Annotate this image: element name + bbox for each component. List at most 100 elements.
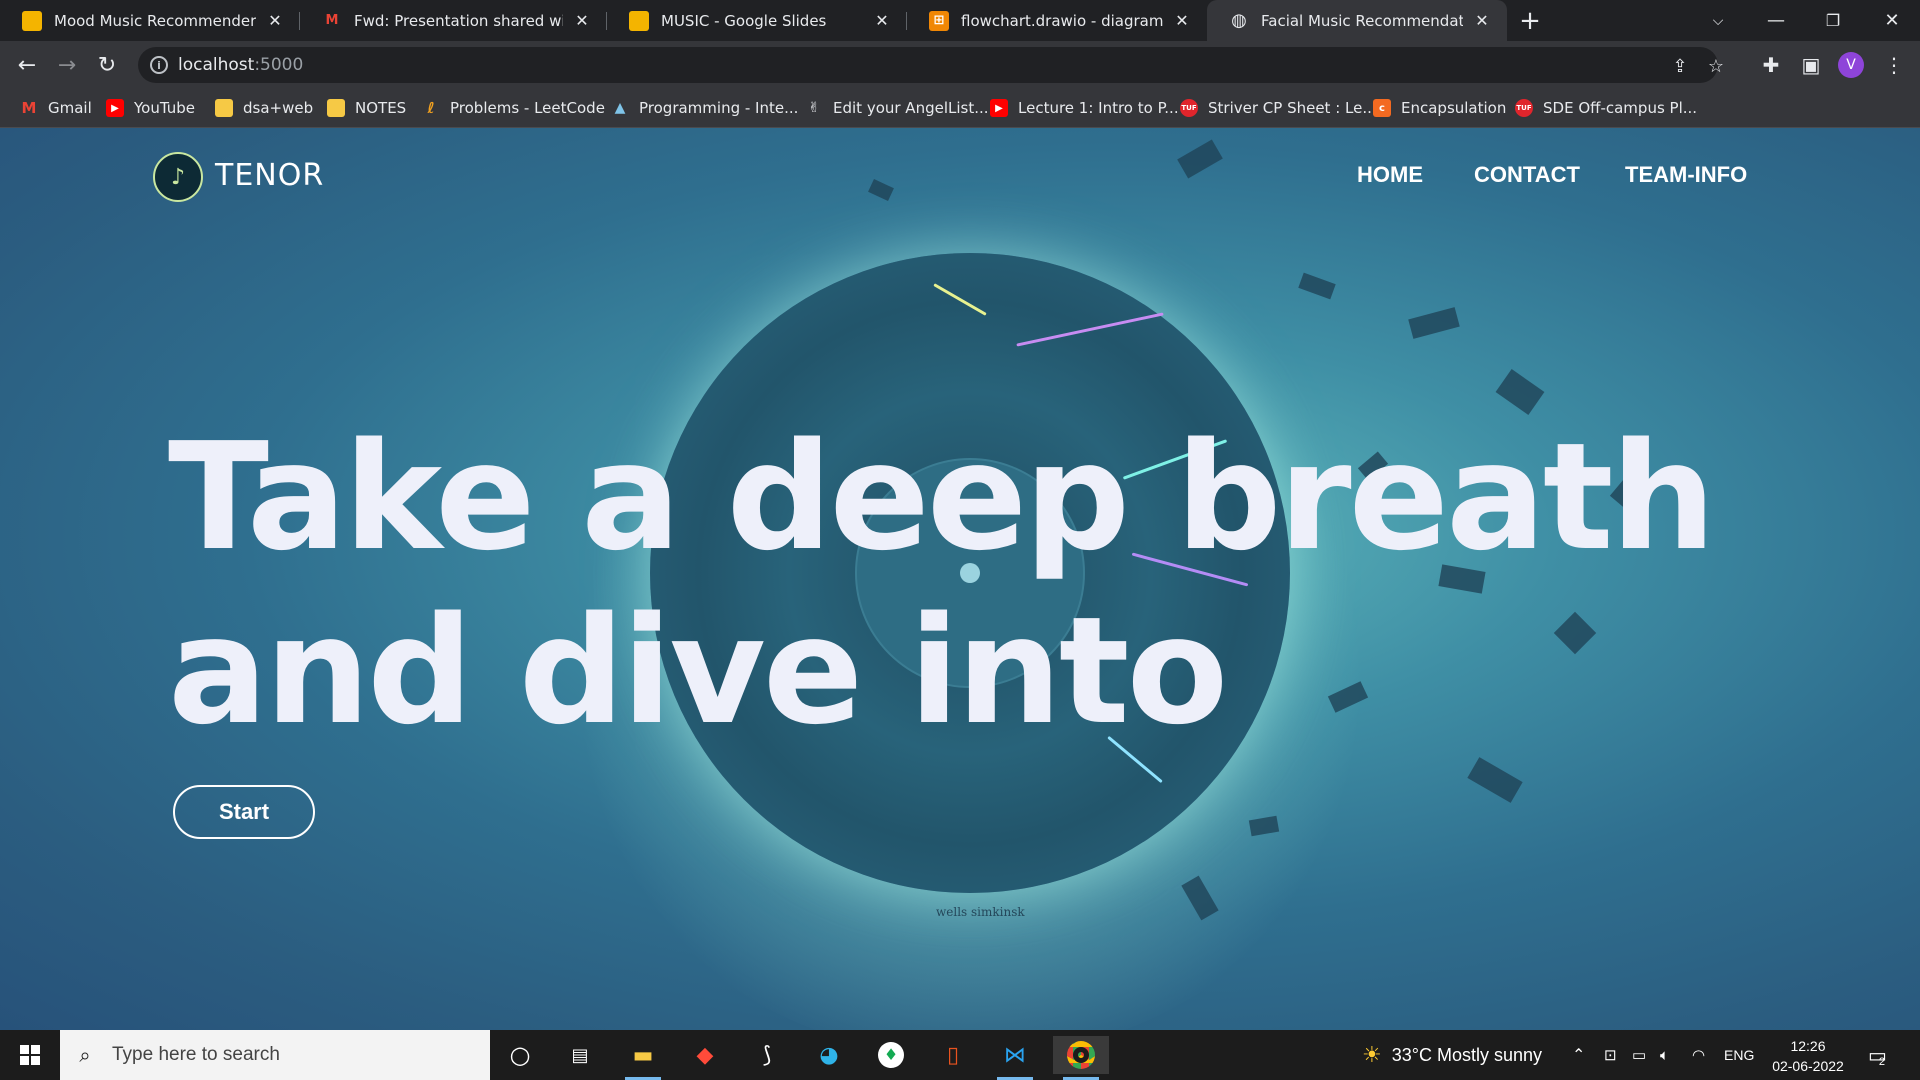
bookmark-label: Programming - Inte...: [639, 99, 799, 117]
restore-button[interactable]: ❐: [1805, 0, 1861, 41]
leetcode-icon: ℓ: [427, 99, 435, 117]
bookmark-sde-off-campus[interactable]: TUF SDE Off-campus Pl...: [1515, 96, 1697, 120]
menu-kebab-icon[interactable]: ⋮: [1878, 49, 1910, 81]
wifi-icon[interactable]: ◠: [1692, 1030, 1705, 1080]
tuf-icon: TUF: [1180, 99, 1198, 117]
bookmark-leetcode[interactable]: ℓ Problems - LeetCode: [422, 96, 605, 120]
tab-title: Mood Music Recommender - Go: [54, 11, 256, 30]
close-icon[interactable]: ✕: [264, 10, 286, 32]
clock-time: 12:26: [1790, 1038, 1826, 1054]
close-icon[interactable]: ✕: [571, 10, 593, 32]
globe-icon: ◍: [1231, 10, 1247, 31]
windows-logo-icon: [20, 1045, 40, 1065]
bookmark-gmail[interactable]: M Gmail: [20, 96, 92, 120]
back-button[interactable]: ←: [11, 49, 43, 81]
tab-facial-music-recommendation[interactable]: ◍ Facial Music Recommendation ✕: [1207, 0, 1507, 41]
minimize-button[interactable]: —: [1748, 0, 1804, 41]
record-shard: [1495, 369, 1545, 415]
bookmark-label: Encapsulation: [1401, 99, 1507, 117]
nav-team-info-link[interactable]: TEAM-INFO: [1625, 162, 1747, 188]
tab-mood-music-recommender[interactable]: Mood Music Recommender - Go ✕: [0, 0, 300, 41]
tab-title: Facial Music Recommendation: [1261, 11, 1463, 30]
notification-center-icon[interactable]: ▭ 2: [1868, 1030, 1887, 1080]
bookmark-label: Problems - LeetCode: [450, 99, 605, 117]
bookmark-encapsulation[interactable]: c Encapsulation: [1373, 96, 1506, 120]
close-icon[interactable]: ✕: [1171, 10, 1193, 32]
gmail-icon: M: [21, 99, 37, 117]
url-text[interactable]: localhost:5000: [178, 55, 303, 75]
bookmark-programming[interactable]: ▲ Programming - Inte...: [611, 96, 799, 120]
weather-text: 33°C Mostly sunny: [1391, 1044, 1542, 1065]
reload-button[interactable]: ↻: [91, 49, 123, 81]
tab-flowchart-drawio[interactable]: ⊞ flowchart.drawio - diagrams.net ✕: [907, 0, 1207, 41]
record-shard: [1298, 272, 1336, 300]
vscode-icon[interactable]: ⋈: [991, 1036, 1039, 1080]
task-view-icon[interactable]: ▤: [556, 1036, 604, 1074]
forward-button[interactable]: →: [51, 49, 83, 81]
bookmark-striver-cp-sheet[interactable]: TUF Striver CP Sheet : Le...: [1180, 96, 1377, 120]
brand-name[interactable]: TENOR: [215, 158, 324, 193]
record-shard: [1408, 307, 1460, 339]
bookmark-label: YouTube: [134, 99, 195, 117]
close-window-button[interactable]: ✕: [1864, 0, 1920, 41]
bookmark-star-icon[interactable]: ☆: [1704, 54, 1728, 78]
office-icon[interactable]: ▯: [929, 1036, 977, 1074]
close-icon[interactable]: ✕: [1471, 10, 1493, 32]
bookmark-dsa-web[interactable]: dsa+web: [215, 96, 313, 120]
nav-contact-link[interactable]: CONTACT: [1474, 162, 1580, 188]
git-client-icon[interactable]: ◆: [681, 1036, 729, 1074]
mongodb-compass-icon[interactable]: ♦: [867, 1036, 915, 1074]
folder-icon: [215, 99, 233, 117]
hero-heading: Take a deep breath and dive into: [168, 410, 1716, 758]
share-icon[interactable]: ⇪: [1668, 54, 1692, 78]
angellist-icon: ✌: [808, 100, 820, 116]
search-icon: ⌕: [79, 1043, 91, 1067]
side-panel-icon[interactable]: ▣: [1795, 49, 1827, 81]
file-explorer-icon[interactable]: ▬: [619, 1036, 667, 1080]
new-tab-button[interactable]: +: [1515, 6, 1545, 36]
start-button[interactable]: Start: [173, 785, 315, 839]
taskbar-clock[interactable]: 12:26 02-06-2022: [1762, 1036, 1854, 1076]
close-icon[interactable]: ✕: [871, 10, 893, 32]
mountain-icon: ▲: [614, 100, 626, 116]
tab-music-google-slides[interactable]: MUSIC - Google Slides ✕: [607, 0, 907, 41]
hero-line-2: and dive into: [168, 585, 1228, 757]
show-hidden-icons-chevron-icon[interactable]: ⌃: [1572, 1030, 1585, 1080]
windows-start-button[interactable]: [0, 1030, 60, 1080]
profile-avatar[interactable]: V: [1838, 52, 1864, 78]
sublime-text-icon[interactable]: ⟆: [743, 1036, 791, 1074]
bookmark-label: Gmail: [48, 99, 92, 117]
battery-icon[interactable]: ▭: [1632, 1030, 1646, 1080]
nav-home-link[interactable]: HOME: [1357, 162, 1423, 188]
google-slides-icon: [22, 10, 42, 31]
weather-widget[interactable]: ☀ 33°C Mostly sunny: [1362, 1030, 1542, 1080]
folder-icon: [327, 99, 345, 117]
taskbar-search-box[interactable]: ⌕ Type here to search: [60, 1030, 490, 1080]
tab-fwd-presentation[interactable]: M Fwd: Presentation shared with yo ✕: [300, 0, 607, 41]
clock-date: 02-06-2022: [1772, 1058, 1844, 1074]
tab-title: MUSIC - Google Slides: [661, 11, 827, 30]
google-slides-icon: [629, 10, 649, 31]
bookmarks-bar: M Gmail ▶ YouTube dsa+web NOTES ℓ Proble…: [0, 88, 1920, 128]
bookmark-youtube[interactable]: ▶ YouTube: [106, 96, 195, 120]
site-info-icon[interactable]: i: [150, 56, 168, 74]
bookmark-lecture-1[interactable]: ▶ Lecture 1: Intro to P...: [990, 96, 1179, 120]
bookmark-label: Lecture 1: Intro to P...: [1018, 99, 1179, 117]
volume-icon[interactable]: 🔈︎: [1660, 1030, 1669, 1080]
page-viewport: wells simkinsk ♪ TENOR HOME CONTACT TEAM…: [0, 128, 1920, 1030]
address-bar[interactable]: i localhost:5000 ⇪ ☆: [138, 47, 1724, 83]
chrome-icon[interactable]: [1053, 1036, 1109, 1080]
meet-now-icon[interactable]: ⊡: [1604, 1030, 1617, 1080]
windows-taskbar: ⌕ Type here to search ○ ▤ ▬ ◆ ⟆ ◕ ♦ ▯ ⋈ …: [0, 1030, 1920, 1080]
bookmark-angellist[interactable]: ✌ Edit your AngelList...: [805, 96, 988, 120]
language-indicator[interactable]: ENG: [1724, 1030, 1754, 1080]
bookmark-notes[interactable]: NOTES: [327, 96, 406, 120]
bookmark-label: dsa+web: [243, 99, 314, 117]
cortana-icon[interactable]: ○: [496, 1036, 544, 1074]
extensions-icon[interactable]: ✚: [1755, 49, 1787, 81]
tab-search-chevron-icon[interactable]: ⌵: [1690, 0, 1746, 41]
music-note-logo-icon[interactable]: ♪: [153, 152, 203, 202]
edge-browser-icon[interactable]: ◕: [805, 1036, 853, 1074]
bookmark-label: SDE Off-campus Pl...: [1543, 99, 1698, 117]
url-port: :5000: [254, 55, 304, 75]
